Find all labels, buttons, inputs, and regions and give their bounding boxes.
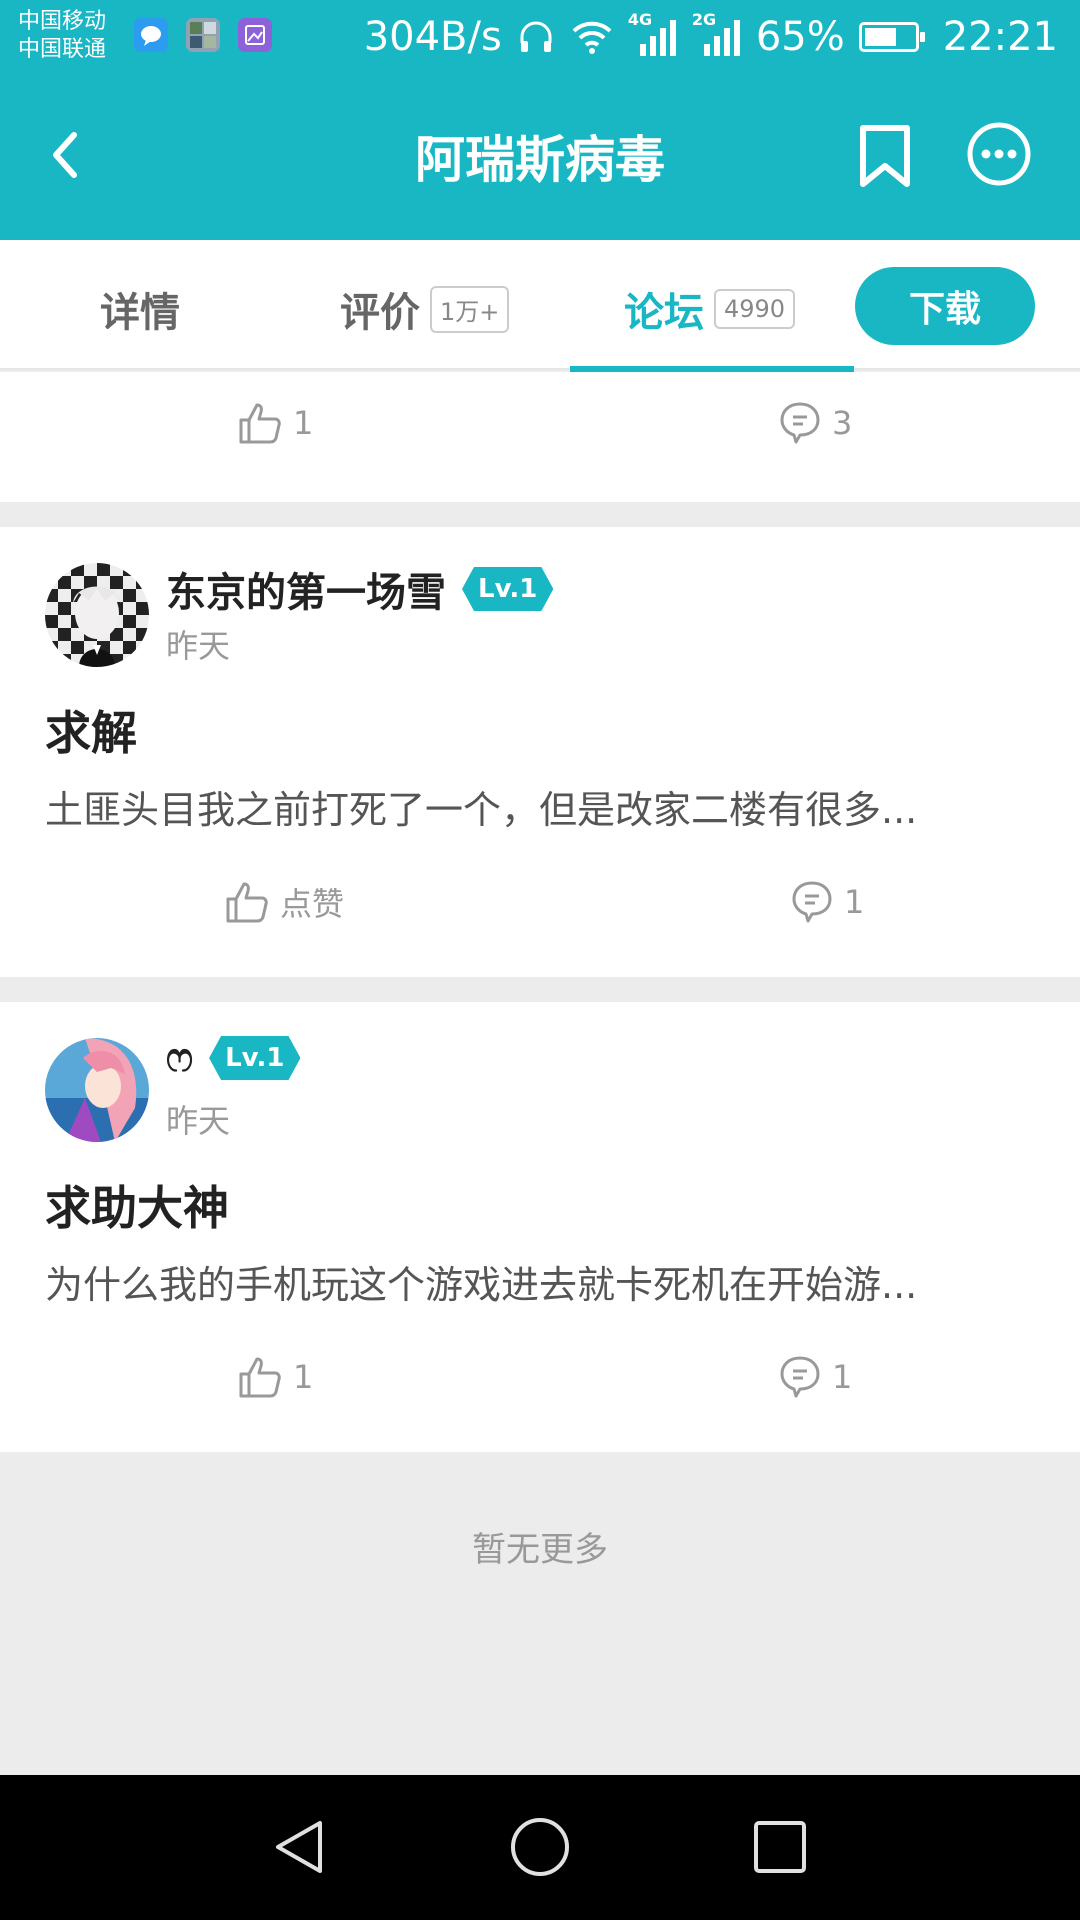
post-excerpt[interactable]: 为什么我的手机玩这个游戏进去就卡死机在开始游... xyxy=(45,1254,1035,1309)
tab-forum-label: 论坛 xyxy=(624,290,704,336)
triangle-back-icon xyxy=(276,1821,322,1873)
system-navbar xyxy=(0,1775,1080,1920)
comment-button[interactable]: 3 xyxy=(778,400,852,446)
post-time: 昨天 xyxy=(166,1102,231,1140)
tab-details[interactable]: 详情 xyxy=(100,280,180,338)
clock: 22:21 xyxy=(942,14,1058,60)
tab-reviews[interactable]: 评价 1万+ xyxy=(340,280,510,338)
tab-forum[interactable]: 论坛 4990 xyxy=(624,280,796,338)
like-label: 点赞 xyxy=(280,885,345,923)
comment-count: 3 xyxy=(832,404,853,442)
battery-percent: 65% xyxy=(755,14,845,60)
thumbs-up-icon xyxy=(226,882,268,923)
download-button[interactable]: 下载 xyxy=(855,267,1035,345)
tab-forum-count: 4990 xyxy=(714,289,796,329)
like-button[interactable]: 1 xyxy=(237,1354,313,1400)
thumbs-up-icon xyxy=(239,403,281,444)
level-badge: Lv.1 xyxy=(462,567,553,611)
carrier-1: 中国移动 xyxy=(18,9,107,34)
tab-reviews-label: 评价 xyxy=(340,290,420,336)
message-notification-icon xyxy=(134,18,168,52)
comment-icon xyxy=(780,1356,820,1398)
nav-home-button[interactable] xyxy=(508,1815,572,1879)
more-icon xyxy=(967,122,1031,186)
nav-recents-button[interactable] xyxy=(748,1815,812,1879)
username-text: ෆ xyxy=(166,1035,194,1081)
like-button[interactable]: 点赞 xyxy=(224,879,344,925)
comment-button[interactable]: 1 xyxy=(778,1354,852,1400)
circle-home-icon xyxy=(511,1818,569,1876)
comment-button[interactable]: 1 xyxy=(790,879,864,925)
comment-icon xyxy=(780,402,820,444)
signal-4g-icon: 4G xyxy=(628,10,678,58)
level-badge: Lv.1 xyxy=(209,1036,300,1080)
signal-2g-icon: 2G xyxy=(692,10,742,58)
post-time: 昨天 xyxy=(166,627,231,665)
username[interactable]: ෆ Lv.1 xyxy=(166,1035,300,1081)
carrier-2: 中国联通 xyxy=(18,37,107,62)
status-bar: 中国移动 中国联通 304B/s 4G 2G 65% 22:21 xyxy=(0,0,1080,75)
avatar[interactable] xyxy=(45,1038,149,1142)
comment-count: 1 xyxy=(844,883,865,921)
notification-icons xyxy=(134,18,272,52)
like-button[interactable]: 1 xyxy=(237,400,313,446)
like-count: 1 xyxy=(293,1358,314,1396)
nav-back-button[interactable] xyxy=(268,1815,332,1879)
post-title[interactable]: 求解 xyxy=(45,697,137,763)
headphones-icon xyxy=(520,21,552,52)
like-count: 1 xyxy=(293,404,314,442)
square-recents-icon xyxy=(754,1821,806,1873)
post-card[interactable]: ෆ Lv.1 昨天 求助大神 为什么我的手机玩这个游戏进去就卡死机在开始游...… xyxy=(0,1002,1080,1452)
no-more-text: 暂无更多 xyxy=(472,1530,608,1570)
carrier-names: 中国移动 中国联通 xyxy=(18,8,106,64)
wifi-icon xyxy=(572,21,612,54)
avatar[interactable] xyxy=(45,563,149,667)
post-card[interactable]: 东京的第一场雪 Lv.1 昨天 求解 土匪头目我之前打死了一个，但是改家二楼有很… xyxy=(0,527,1080,977)
battery-icon xyxy=(858,22,925,52)
toolbar: 阿瑞斯病毒 xyxy=(0,90,1080,220)
status-right: 304B/s 4G 2G 65% 22:21 xyxy=(363,10,1058,60)
post-title[interactable]: 求助大神 xyxy=(45,1172,229,1238)
bookmark-button[interactable] xyxy=(855,124,915,188)
tab-details-label: 详情 xyxy=(100,290,180,336)
tab-reviews-count: 1万+ xyxy=(430,285,510,333)
thumbs-up-icon xyxy=(239,1357,281,1398)
app-header: 中国移动 中国联通 304B/s 4G 2G 65% 22:21 阿瑞斯病毒 xyxy=(0,0,1080,240)
more-button[interactable] xyxy=(965,120,1033,188)
bookmark-icon xyxy=(860,125,910,187)
username-text: 东京的第一场雪 xyxy=(166,570,446,616)
comment-count: 1 xyxy=(832,1358,853,1396)
photo-notification-icon xyxy=(238,18,272,52)
comment-icon xyxy=(792,881,832,923)
page-title: 阿瑞斯病毒 xyxy=(415,131,665,189)
username[interactable]: 东京的第一场雪 Lv.1 xyxy=(166,560,553,618)
gallery-notification-icon xyxy=(186,18,220,52)
net-speed: 304B/s xyxy=(363,14,502,60)
post-card-partial: 1 3 xyxy=(0,372,1080,502)
post-excerpt[interactable]: 土匪头目我之前打死了一个，但是改家二楼有很多... xyxy=(45,779,1035,834)
